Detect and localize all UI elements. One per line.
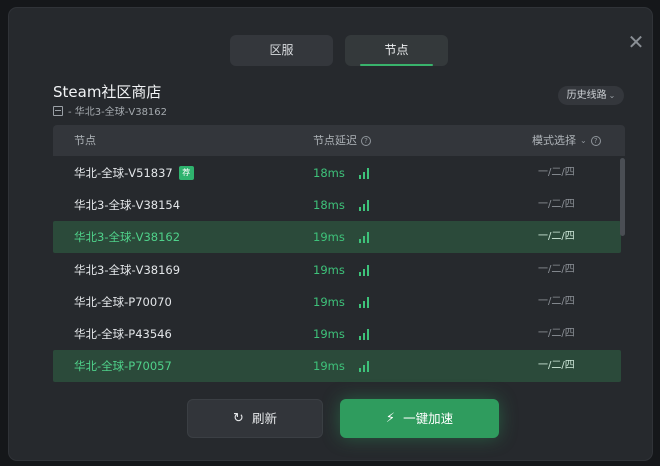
table-row[interactable]: 华北3-全球-V38169 19ms 一/二/四 xyxy=(53,254,621,286)
signal-bar xyxy=(367,264,369,276)
signal-strength-icon xyxy=(359,232,369,244)
signal-bar xyxy=(359,271,361,276)
signal-bar xyxy=(359,336,361,340)
signal-bar xyxy=(359,207,361,212)
mode-value[interactable]: 一/二/四 xyxy=(538,189,575,221)
mode-value[interactable]: 一/二/四 xyxy=(538,350,575,382)
server-icon xyxy=(53,105,63,116)
refresh-button-label: 刷新 xyxy=(251,411,277,426)
history-route-button[interactable]: 历史线路 ⌄ xyxy=(558,86,624,105)
signal-bar xyxy=(359,368,361,373)
signal-bar xyxy=(363,172,365,179)
tab-region[interactable]: 区服 xyxy=(230,35,333,66)
signal-strength-icon xyxy=(359,361,369,373)
column-header-node-label: 节点 xyxy=(74,134,96,147)
column-header-latency-label: 节点延迟 xyxy=(313,134,357,147)
signal-bar xyxy=(363,236,365,244)
latency-value: 19ms xyxy=(313,327,345,341)
current-node-label: - 华北3-全球-V38162 xyxy=(68,107,168,118)
mode-value[interactable]: 一/二/四 xyxy=(538,286,575,318)
recommended-badge: 荐 xyxy=(178,166,194,180)
close-icon[interactable]: ✕ xyxy=(626,32,646,52)
node-name-text: 华北3-全球-V38154 xyxy=(74,198,181,213)
signal-bar xyxy=(363,268,365,276)
accelerate-button-label: 一键加速 xyxy=(403,411,454,426)
accelerate-button[interactable]: ⚡ 一键加速 xyxy=(340,399,499,438)
table-row[interactable]: 华北-全球-P43546 19ms 一/二/四 xyxy=(53,318,621,350)
signal-strength-icon xyxy=(359,329,369,340)
signal-bar xyxy=(363,365,365,373)
mode-value[interactable]: 一/二/四 xyxy=(538,254,575,286)
latency-value: 19ms xyxy=(313,262,345,277)
table-row[interactable]: 华北3-全球-V38154 18ms 一/二/四 xyxy=(53,189,621,221)
column-header-node: 节点 xyxy=(74,125,96,156)
signal-bar xyxy=(359,303,361,308)
table-row[interactable]: 华北3-全球-V38162 19ms 一/二/四 xyxy=(53,221,621,254)
chevron-down-icon: ⌄ xyxy=(608,91,616,100)
latency-value: 19ms xyxy=(313,294,345,309)
signal-bar xyxy=(367,296,369,308)
node-name-text: 华北-全球-P43546 xyxy=(74,327,172,341)
node-select-dialog: ✕ 区服 节点 Steam社区商店 - 华北3-全球-V38162 历史线路 ⌄ … xyxy=(9,8,652,460)
node-name-text: 华北-全球-V51837 xyxy=(74,166,173,180)
signal-bar xyxy=(367,168,369,179)
signal-bar xyxy=(363,333,365,340)
signal-bar xyxy=(363,300,365,308)
column-header-mode-label: 模式选择 xyxy=(532,134,576,147)
node-name: 华北-全球-P43546 xyxy=(74,318,172,350)
node-name-text: 华北-全球-P70057 xyxy=(74,359,172,374)
tab-active-indicator xyxy=(360,64,433,66)
signal-bar xyxy=(367,200,369,212)
table-row[interactable]: 华北-全球-P70070 19ms 一/二/四 xyxy=(53,286,621,318)
node-name: 华北3-全球-V38154 xyxy=(74,189,180,221)
mode-value[interactable]: 一/二/四 xyxy=(538,318,575,350)
latency-value: 18ms xyxy=(313,166,345,180)
signal-bar xyxy=(367,329,369,340)
signal-strength-icon xyxy=(359,264,369,276)
chevron-down-icon: ⌄ xyxy=(580,136,587,145)
refresh-icon: ↻ xyxy=(233,411,244,426)
column-header-latency: 节点延迟 ? xyxy=(313,125,371,156)
node-name: 华北3-全球-V38162 xyxy=(74,221,180,253)
current-node-line: - 华北3-全球-V38162 xyxy=(53,103,167,118)
node-table-header: 节点 节点延迟 ? 模式选择 ⌄ ? xyxy=(53,125,625,156)
lightning-icon: ⚡ xyxy=(385,411,396,426)
node-name-text: 华北3-全球-V38162 xyxy=(74,230,181,245)
signal-strength-icon xyxy=(359,200,369,212)
node-name: 华北-全球-P70057 xyxy=(74,350,172,382)
tab-region-label: 区服 xyxy=(269,43,294,57)
tab-node[interactable]: 节点 xyxy=(345,35,448,66)
signal-bar xyxy=(367,232,369,244)
latency-value: 19ms xyxy=(313,359,345,374)
table-row[interactable]: 华北-全球-V51837 荐 18ms 一/二/四 xyxy=(53,157,621,189)
node-table-body: 华北-全球-V51837 荐 18ms 一/二/四 华北3-全球-V38154 18ms 一… xyxy=(53,156,625,382)
game-title: Steam社区商店 xyxy=(53,83,162,101)
column-header-mode[interactable]: 模式选择 ⌄ ? xyxy=(532,125,601,156)
signal-strength-icon xyxy=(359,168,369,179)
signal-bar xyxy=(359,239,361,244)
node-name-text: 华北3-全球-V38169 xyxy=(74,262,181,277)
signal-bar xyxy=(367,361,369,373)
node-name: 华北-全球-V51837 荐 xyxy=(74,157,194,189)
refresh-button[interactable]: ↻ 刷新 xyxy=(187,399,323,438)
node-name: 华北-全球-P70070 xyxy=(74,286,172,318)
history-route-label: 历史线路 xyxy=(566,90,607,101)
latency-value: 18ms xyxy=(313,198,345,213)
table-row[interactable]: 华北-全球-P70057 19ms 一/二/四 xyxy=(53,350,621,382)
tab-node-label: 节点 xyxy=(384,43,409,57)
signal-strength-icon xyxy=(359,296,369,308)
signal-bar xyxy=(359,175,361,179)
mode-value[interactable]: 一/二/四 xyxy=(538,157,575,189)
help-icon[interactable]: ? xyxy=(361,135,371,146)
node-name-text: 华北-全球-P70070 xyxy=(74,294,172,309)
mode-value[interactable]: 一/二/四 xyxy=(538,221,575,253)
scrollbar[interactable] xyxy=(620,158,625,236)
latency-value: 19ms xyxy=(313,230,345,245)
help-icon[interactable]: ? xyxy=(590,135,601,146)
signal-bar xyxy=(363,204,365,212)
node-name: 华北3-全球-V38169 xyxy=(74,254,180,286)
